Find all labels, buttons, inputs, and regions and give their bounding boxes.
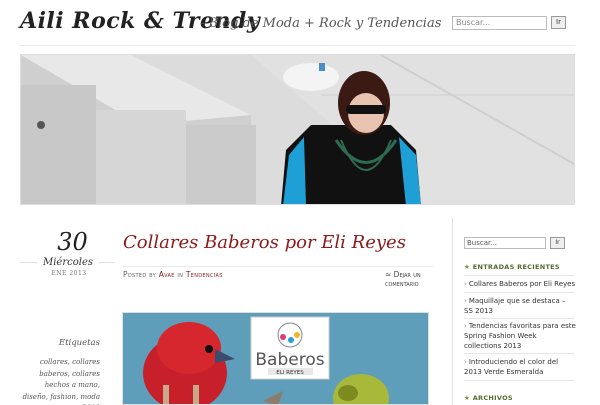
recent-post-item[interactable]: › Tendencias favoritas para este Spring F…	[464, 321, 576, 351]
post-meta: Posted by Avae in Tendencias	[123, 270, 223, 279]
archives-heading: ★ ARCHIVOS	[464, 394, 513, 402]
post-date-weekday: Miércoles	[37, 257, 99, 268]
site-description: - Blog de Moda + Rock y Tendencias	[200, 16, 442, 31]
header-search-input[interactable]: Buscar...	[452, 16, 547, 30]
tags-list[interactable]: collares, collares baberos, collares hec…	[20, 357, 100, 405]
post-image[interactable]: Baberos ELI REYES	[122, 312, 429, 405]
post-image-logo-sub: ELI REYES	[276, 370, 304, 376]
star-icon: ★	[464, 263, 471, 271]
leave-comment-link[interactable]: ≈ Dejar un comentario	[385, 270, 435, 288]
recent-posts-divider	[464, 275, 574, 276]
recent-post-item[interactable]: › Introduciendo el color del 2013 Verde E…	[464, 357, 576, 377]
header-search-button[interactable]: Ir	[551, 16, 566, 29]
header-divider	[20, 45, 575, 46]
post-image-logo-text: Baberos	[255, 350, 324, 370]
recent-item-divider	[464, 380, 574, 381]
sidebar-divider	[452, 218, 453, 405]
post-date-monthyear: ENE 2013	[51, 270, 87, 277]
recent-posts-heading: ★ ENTRADAS RECIENTES	[464, 263, 560, 271]
tags-label: Etiquetas	[58, 338, 100, 348]
recent-item-divider	[464, 353, 574, 354]
recent-item-divider	[464, 292, 574, 293]
post-category-link[interactable]: Tendencias	[186, 270, 223, 279]
sidebar-search-button[interactable]: Ir	[550, 237, 565, 249]
post-title[interactable]: Collares Baberos por Eli Reyes	[123, 232, 406, 253]
post-author-link[interactable]: Avae	[159, 270, 175, 279]
sidebar-search-input[interactable]: Buscar...	[464, 237, 546, 249]
post-date-day: 30	[57, 228, 88, 256]
post-meta-divider	[123, 266, 433, 267]
star-icon: ★	[464, 394, 471, 402]
post-meta-prefix: Posted by	[123, 270, 156, 279]
recent-post-item[interactable]: › Collares Baberos por Eli Reyes	[464, 279, 576, 289]
recent-post-item[interactable]: › Maquillaje que se destaca – SS 2013	[464, 296, 576, 316]
post-meta-in: in	[177, 270, 184, 279]
recent-item-divider	[464, 318, 574, 319]
header-banner-image	[20, 54, 575, 205]
